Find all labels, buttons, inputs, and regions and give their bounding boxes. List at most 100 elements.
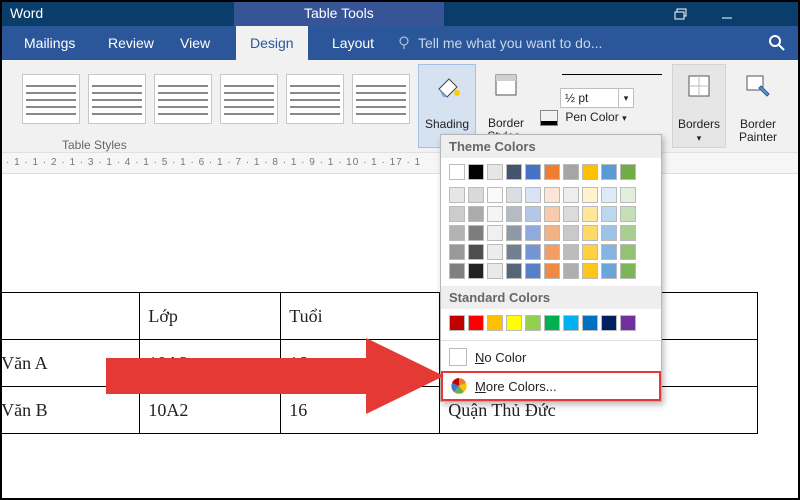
- color-swatch[interactable]: [582, 315, 598, 331]
- restore-down-icon[interactable]: [658, 2, 704, 26]
- table-cell[interactable]: 16: [281, 387, 440, 434]
- color-swatch[interactable]: [582, 263, 598, 279]
- table-header-cell[interactable]: Tuổi: [281, 293, 440, 340]
- border-painter-button[interactable]: Border Painter: [730, 64, 786, 146]
- pen-width-select[interactable]: ½ pt: [560, 88, 622, 108]
- color-swatch[interactable]: [525, 315, 541, 331]
- color-swatch[interactable]: [487, 164, 503, 180]
- more-colors-item[interactable]: More Colors...: [441, 371, 661, 401]
- color-swatch[interactable]: [525, 263, 541, 279]
- color-swatch[interactable]: [487, 206, 503, 222]
- table-style-option[interactable]: [352, 74, 410, 124]
- color-swatch[interactable]: [525, 164, 541, 180]
- table-cell[interactable]: yễn Văn A: [0, 340, 140, 387]
- color-swatch[interactable]: [506, 206, 522, 222]
- color-swatch[interactable]: [544, 263, 560, 279]
- pen-line-preview[interactable]: [562, 74, 662, 79]
- color-swatch[interactable]: [620, 244, 636, 260]
- color-swatch[interactable]: [449, 244, 465, 260]
- table-style-option[interactable]: [286, 74, 344, 124]
- color-swatch[interactable]: [620, 225, 636, 241]
- color-swatch[interactable]: [468, 187, 484, 203]
- color-swatch[interactable]: [525, 225, 541, 241]
- color-swatch[interactable]: [449, 206, 465, 222]
- color-swatch[interactable]: [506, 263, 522, 279]
- minimize-icon[interactable]: [704, 2, 750, 26]
- borders-button[interactable]: Borders▾: [672, 64, 726, 148]
- color-swatch[interactable]: [582, 187, 598, 203]
- color-swatch[interactable]: [506, 225, 522, 241]
- color-swatch[interactable]: [544, 164, 560, 180]
- table-cell[interactable]: 16: [281, 340, 440, 387]
- tab-mailings[interactable]: Mailings: [10, 26, 89, 60]
- color-swatch[interactable]: [563, 164, 579, 180]
- search-icon[interactable]: [762, 28, 792, 58]
- color-swatch[interactable]: [468, 315, 484, 331]
- color-swatch[interactable]: [487, 315, 503, 331]
- color-swatch[interactable]: [487, 263, 503, 279]
- color-swatch[interactable]: [563, 187, 579, 203]
- color-swatch[interactable]: [544, 187, 560, 203]
- color-swatch[interactable]: [506, 187, 522, 203]
- color-swatch[interactable]: [449, 187, 465, 203]
- color-swatch[interactable]: [601, 187, 617, 203]
- color-swatch[interactable]: [620, 263, 636, 279]
- color-swatch[interactable]: [506, 315, 522, 331]
- color-swatch[interactable]: [601, 225, 617, 241]
- color-swatch[interactable]: [563, 244, 579, 260]
- table-style-option[interactable]: [22, 74, 80, 124]
- table-styles-gallery[interactable]: [18, 70, 422, 136]
- color-swatch[interactable]: [487, 225, 503, 241]
- color-swatch[interactable]: [582, 244, 598, 260]
- color-swatch[interactable]: [468, 225, 484, 241]
- color-swatch[interactable]: [449, 315, 465, 331]
- table-cell[interactable]: [0, 293, 140, 340]
- color-swatch[interactable]: [506, 244, 522, 260]
- color-swatch[interactable]: [620, 164, 636, 180]
- color-swatch[interactable]: [582, 164, 598, 180]
- color-swatch[interactable]: [620, 206, 636, 222]
- chevron-down-icon[interactable]: ▾: [618, 88, 634, 108]
- color-swatch[interactable]: [544, 206, 560, 222]
- color-swatch[interactable]: [525, 187, 541, 203]
- color-swatch[interactable]: [620, 187, 636, 203]
- color-swatch[interactable]: [487, 187, 503, 203]
- tab-review[interactable]: Review: [94, 26, 168, 60]
- color-swatch[interactable]: [563, 315, 579, 331]
- color-swatch[interactable]: [449, 164, 465, 180]
- color-swatch[interactable]: [601, 263, 617, 279]
- table-style-option[interactable]: [88, 74, 146, 124]
- color-swatch[interactable]: [487, 244, 503, 260]
- color-swatch[interactable]: [563, 206, 579, 222]
- tell-me-search[interactable]: Tell me what you want to do...: [396, 26, 602, 60]
- color-swatch[interactable]: [582, 206, 598, 222]
- tab-view[interactable]: View: [166, 26, 224, 60]
- color-swatch[interactable]: [582, 225, 598, 241]
- horizontal-ruler[interactable]: · 1 · 1 · 2 · 1 · 3 · 1 · 4 · 1 · 5 · 1 …: [2, 152, 800, 174]
- color-swatch[interactable]: [563, 225, 579, 241]
- table-cell[interactable]: 10A2: [140, 387, 281, 434]
- color-swatch[interactable]: [544, 225, 560, 241]
- color-swatch[interactable]: [601, 164, 617, 180]
- table-cell[interactable]: 10A2: [140, 340, 281, 387]
- tab-design[interactable]: Design: [236, 26, 308, 60]
- table-style-option[interactable]: [154, 74, 212, 124]
- color-swatch[interactable]: [468, 244, 484, 260]
- no-color-item[interactable]: No Color: [441, 343, 661, 371]
- color-swatch[interactable]: [544, 315, 560, 331]
- tab-layout[interactable]: Layout: [318, 26, 388, 60]
- color-swatch[interactable]: [601, 206, 617, 222]
- table-style-option[interactable]: [220, 74, 278, 124]
- color-swatch[interactable]: [525, 206, 541, 222]
- color-swatch[interactable]: [468, 164, 484, 180]
- color-swatch[interactable]: [620, 315, 636, 331]
- color-swatch[interactable]: [506, 164, 522, 180]
- table-cell[interactable]: yễn Văn B: [0, 387, 140, 434]
- color-swatch[interactable]: [563, 263, 579, 279]
- color-swatch[interactable]: [449, 263, 465, 279]
- color-swatch[interactable]: [468, 206, 484, 222]
- color-swatch[interactable]: [601, 315, 617, 331]
- color-swatch[interactable]: [449, 225, 465, 241]
- color-swatch[interactable]: [601, 244, 617, 260]
- color-swatch[interactable]: [468, 263, 484, 279]
